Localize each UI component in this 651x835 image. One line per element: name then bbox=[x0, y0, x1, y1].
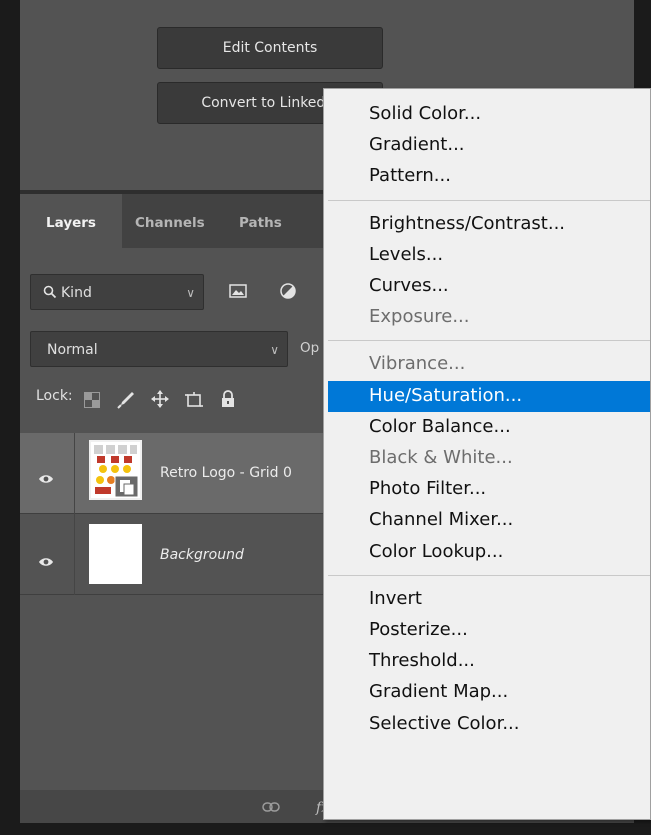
layer-name[interactable]: Retro Logo - Grid 0 bbox=[160, 465, 292, 481]
menu-item-label: Photo Filter... bbox=[369, 478, 487, 500]
menu-item-label: Solid Color... bbox=[369, 103, 482, 124]
menu-item-gradient-map[interactable]: Gradient Map... bbox=[328, 677, 650, 708]
menu-item-label: Posterize... bbox=[369, 619, 468, 640]
menu-item-exposure: Exposure... bbox=[328, 302, 650, 333]
search-icon bbox=[43, 275, 57, 311]
menu-item-label: Color Lookup... bbox=[369, 540, 504, 562]
menu-item-photo-filter[interactable]: Photo Filter... bbox=[328, 474, 650, 505]
menu-item-solid-color[interactable]: Solid Color... bbox=[328, 99, 650, 130]
menu-separator bbox=[328, 574, 650, 576]
blend-mode-dropdown[interactable]: Normal ∨ bbox=[30, 331, 288, 367]
visibility-separator bbox=[74, 433, 75, 514]
lock-position-icon[interactable] bbox=[150, 389, 170, 413]
menu-item-label: Vibrance... bbox=[369, 353, 466, 375]
window-frame-left bbox=[0, 0, 20, 835]
menu-separator bbox=[328, 199, 650, 201]
layer-name[interactable]: Background bbox=[160, 547, 244, 563]
adjustment-layer-menu: Solid Color... Gradient... Pattern... Brigh… bbox=[323, 88, 651, 820]
tab-channels[interactable]: Channels bbox=[135, 194, 205, 248]
filter-kind-dropdown[interactable]: Kind ∨ bbox=[30, 274, 204, 310]
menu-item-label: Selective Color... bbox=[369, 712, 520, 734]
menu-item-color-lookup[interactable]: Color Lookup... bbox=[328, 537, 650, 568]
lock-label: Lock: bbox=[36, 388, 73, 404]
menu-item-label: Pattern... bbox=[369, 165, 451, 187]
menu-item-black-white: Black & White... bbox=[328, 443, 650, 474]
menu-item-invert[interactable]: Invert bbox=[328, 584, 650, 615]
layer-thumbnail-background bbox=[89, 524, 142, 584]
menu-item-curves[interactable]: Curves... bbox=[328, 271, 650, 302]
menu-item-label: Gradient Map... bbox=[369, 681, 509, 703]
lock-all-icon[interactable] bbox=[220, 390, 236, 412]
menu-item-hue-saturation[interactable]: Hue/Saturation... bbox=[328, 380, 650, 412]
menu-item-label: Gradient... bbox=[369, 134, 465, 156]
menu-item-label: Curves... bbox=[369, 275, 449, 296]
lock-artboard-icon[interactable] bbox=[184, 390, 204, 414]
image-filter-icon[interactable] bbox=[229, 283, 247, 302]
menu-item-posterize[interactable]: Posterize... bbox=[328, 615, 650, 646]
lock-transparent-pixels-icon[interactable] bbox=[84, 392, 100, 412]
chevron-down-icon: ∨ bbox=[270, 343, 279, 357]
menu-item-label: Color Balance... bbox=[369, 415, 511, 437]
tab-paths[interactable]: Paths bbox=[239, 194, 282, 248]
edit-contents-button[interactable]: Edit Contents bbox=[157, 27, 383, 69]
eye-icon[interactable] bbox=[38, 552, 54, 566]
tab-layers[interactable]: Layers bbox=[20, 194, 122, 248]
menu-item-channel-mixer[interactable]: Channel Mixer... bbox=[328, 505, 650, 536]
menu-item-label: Channel Mixer... bbox=[369, 509, 514, 531]
menu-item-levels[interactable]: Levels... bbox=[328, 240, 650, 271]
menu-item-label: Black & White... bbox=[369, 447, 513, 468]
eye-icon[interactable] bbox=[38, 469, 54, 483]
menu-item-selective-color[interactable]: Selective Color... bbox=[328, 709, 650, 740]
menu-item-gradient[interactable]: Gradient... bbox=[328, 130, 650, 161]
visibility-separator bbox=[74, 514, 75, 595]
menu-item-label: Hue/Saturation... bbox=[369, 384, 523, 406]
layer-thumbnail-retro-logo bbox=[89, 440, 142, 500]
menu-separator bbox=[328, 340, 650, 342]
chevron-down-icon: ∨ bbox=[186, 286, 195, 300]
menu-item-label: Invert bbox=[369, 587, 422, 609]
lock-image-pixels-icon[interactable] bbox=[116, 390, 136, 414]
menu-item-label: Brightness/Contrast... bbox=[369, 212, 566, 234]
menu-item-threshold[interactable]: Threshold... bbox=[328, 646, 650, 677]
filter-kind-label: Kind bbox=[61, 285, 92, 301]
menu-item-pattern[interactable]: Pattern... bbox=[328, 161, 650, 192]
menu-item-brightness-contrast[interactable]: Brightness/Contrast... bbox=[328, 209, 650, 240]
opacity-label: Op bbox=[300, 340, 320, 356]
menu-item-label: Exposure... bbox=[369, 306, 470, 328]
menu-item-label: Levels... bbox=[369, 243, 444, 265]
adjustment-filter-icon[interactable] bbox=[280, 283, 296, 303]
link-icon[interactable] bbox=[262, 800, 280, 816]
blend-mode-label: Normal bbox=[47, 342, 98, 358]
menu-item-label: Threshold... bbox=[369, 650, 475, 672]
window-frame-bottom bbox=[0, 823, 651, 835]
menu-item-vibrance: Vibrance... bbox=[328, 349, 650, 380]
menu-item-color-balance[interactable]: Color Balance... bbox=[328, 412, 650, 443]
